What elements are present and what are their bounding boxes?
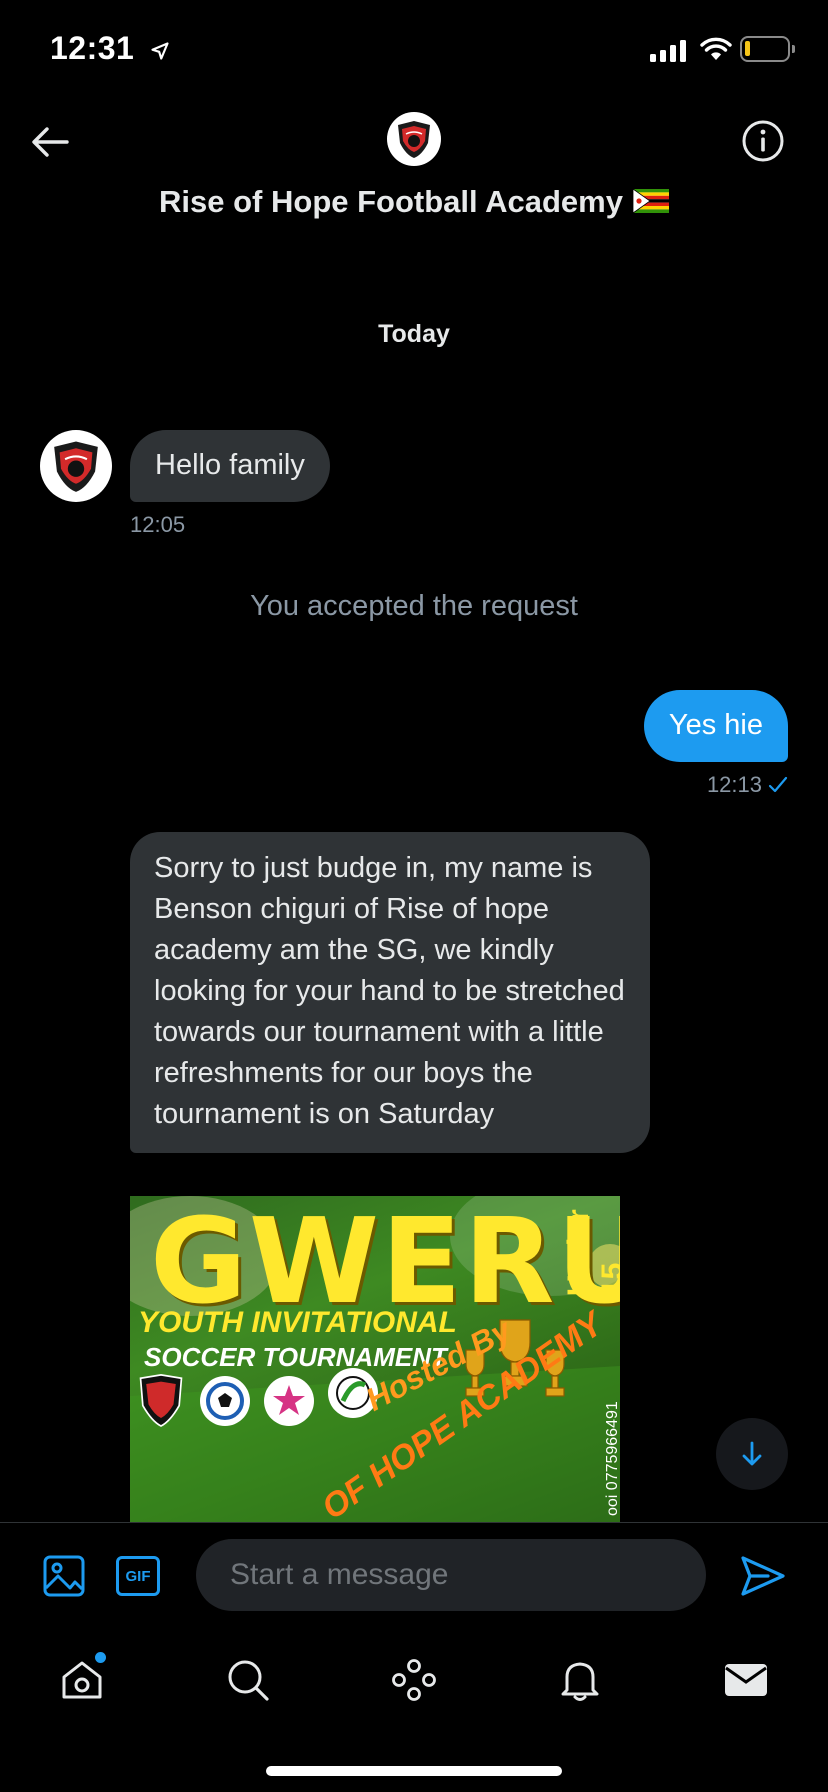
date-separator: Today [378, 320, 450, 348]
back-button[interactable] [28, 120, 72, 164]
tab-home[interactable] [52, 1650, 112, 1710]
arrow-down-icon [742, 1441, 762, 1466]
location-arrow-icon [151, 41, 169, 60]
message-input[interactable] [196, 1539, 706, 1611]
wifi-icon [700, 37, 732, 60]
tab-notifications[interactable] [550, 1650, 610, 1710]
tournament-poster-image[interactable]: GWERU Under 15 YOUTH INVITATIONAL SOCCER… [130, 1196, 620, 1522]
message-bubble-incoming[interactable]: Sorry to just budge in, my name is Benso… [130, 832, 650, 1153]
team-crest-icon [139, 1373, 183, 1427]
scroll-to-bottom-button[interactable] [716, 1418, 788, 1490]
conversation-header: Rise of Hope Football Academy [0, 100, 828, 240]
message-timestamp-outgoing: 12:13 [707, 772, 788, 798]
info-icon [742, 120, 784, 162]
club-crest-icon [54, 441, 98, 492]
conversation-info-button[interactable] [740, 118, 786, 164]
sent-checkmark-icon [768, 776, 788, 793]
spaces-icon [392, 1659, 436, 1701]
system-message: You accepted the request [250, 590, 578, 622]
send-button[interactable] [738, 1551, 788, 1601]
status-time: 12:31 [50, 30, 170, 67]
battery-level [745, 41, 750, 56]
message-bubble-incoming[interactable]: Hello family [130, 430, 330, 502]
conversation-title-text: Rise of Hope Football Academy [159, 184, 623, 219]
gif-button[interactable]: GIF [116, 1556, 160, 1596]
battery-icon [740, 36, 795, 62]
star-logo-icon [273, 1385, 305, 1415]
back-arrow-icon [32, 127, 69, 157]
add-image-button[interactable] [42, 1554, 86, 1598]
tab-spaces[interactable] [384, 1650, 444, 1710]
tab-messages[interactable] [716, 1650, 776, 1710]
message-timestamp: 12:05 [130, 512, 186, 537]
tab-search[interactable] [218, 1650, 278, 1710]
football-icon [206, 1382, 244, 1420]
status-time-text: 12:31 [50, 30, 135, 66]
message-time: 12:13 [706, 772, 762, 797]
message-bubble-outgoing[interactable]: Yes hie [643, 690, 788, 762]
zimbabwe-flag-icon [632, 188, 669, 213]
conversation-title: Rise of Hope Football Academy [0, 184, 828, 220]
team-logo [200, 1376, 250, 1426]
team-logo [136, 1373, 186, 1427]
message-composer: GIF [0, 1522, 828, 1628]
notification-dot [95, 1652, 106, 1663]
cellular-signal-icon [650, 38, 686, 62]
poster-phone: ooi 0775966491 [604, 1401, 620, 1516]
status-bar: 12:31 [0, 0, 828, 100]
mail-icon [725, 1664, 767, 1696]
sender-avatar[interactable] [40, 430, 112, 502]
home-icon [62, 1661, 102, 1699]
search-icon [228, 1660, 269, 1701]
poster-subtitle-1: YOUTH INVITATIONAL [138, 1306, 457, 1339]
poster-title: GWERU [150, 1196, 620, 1330]
bell-icon [561, 1662, 599, 1701]
poster-age-group: Under 15 [562, 1209, 620, 1296]
home-indicator [266, 1766, 562, 1776]
conversation-avatar[interactable] [387, 112, 441, 166]
image-icon [43, 1555, 85, 1597]
club-crest-icon [398, 121, 430, 158]
team-logo [264, 1376, 314, 1426]
send-icon [741, 1556, 785, 1596]
bottom-tab-bar [0, 1628, 828, 1792]
